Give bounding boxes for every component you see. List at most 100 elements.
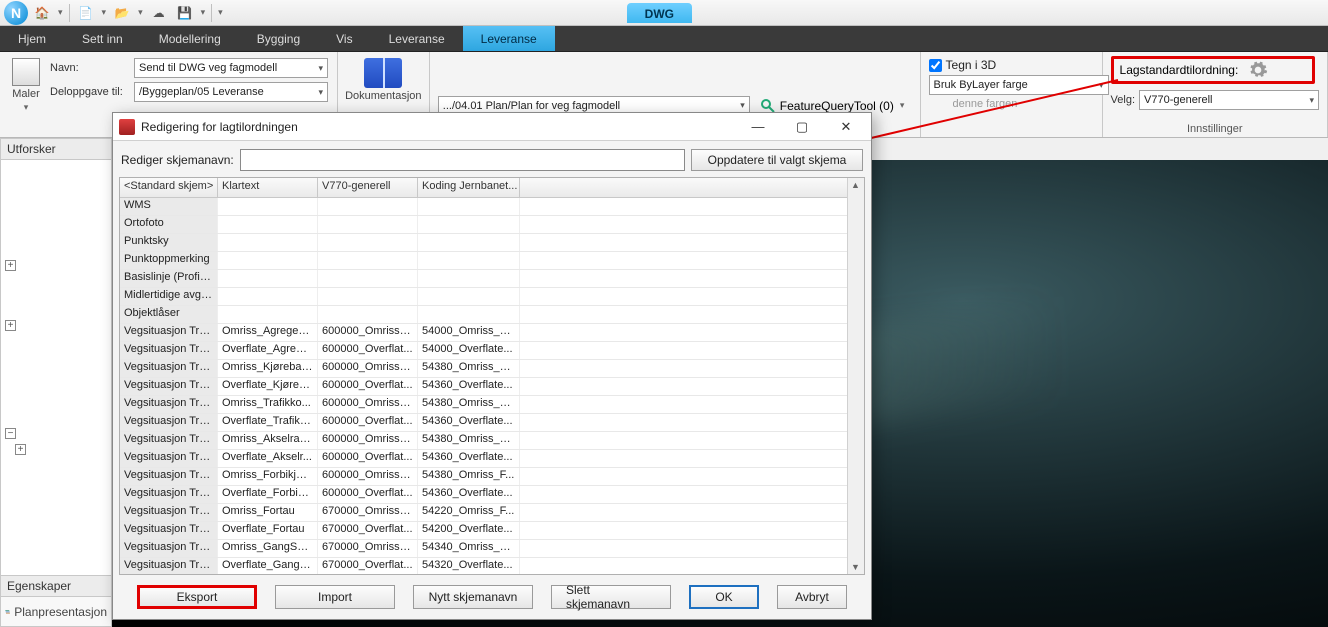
cell[interactable]: Vegsituasjon Traf... xyxy=(120,540,218,557)
cell[interactable]: 600000_Overflat... xyxy=(318,450,418,467)
cell[interactable]: 54380_Omriss_Kj... xyxy=(418,360,520,377)
cell[interactable]: 600000_Overflat... xyxy=(318,378,418,395)
open-folder-icon[interactable]: 📂 xyxy=(110,2,134,24)
cell[interactable]: 600000_Omriss_... xyxy=(318,432,418,449)
tree-collapse-icon[interactable]: − xyxy=(5,428,16,439)
cell[interactable] xyxy=(318,234,418,251)
cell[interactable] xyxy=(418,306,520,323)
cell[interactable] xyxy=(218,306,318,323)
cell[interactable]: 54380_Omriss_A... xyxy=(418,432,520,449)
cell[interactable]: Overflate_Forbikj... xyxy=(218,486,318,503)
context-tab-dwg[interactable]: DWG xyxy=(627,3,692,23)
grid-header[interactable]: <Standard skjem> Klartext V770-generell … xyxy=(120,178,847,198)
cell[interactable]: 54340_Omriss_G... xyxy=(418,540,520,557)
cell[interactable]: Punktsky xyxy=(120,234,218,251)
slett-button[interactable]: Slett skjemanavn xyxy=(551,585,671,609)
table-row[interactable]: Vegsituasjon Traf...Omriss_Agregerte...6… xyxy=(120,324,847,342)
cell[interactable] xyxy=(218,252,318,269)
tab-hjem-0[interactable]: Hjem xyxy=(0,26,64,51)
cell[interactable] xyxy=(418,216,520,233)
new-file-icon[interactable]: 📄 xyxy=(74,2,98,24)
col-klartext[interactable]: Klartext xyxy=(218,178,318,197)
cell[interactable] xyxy=(218,198,318,215)
cell[interactable] xyxy=(218,288,318,305)
cell[interactable] xyxy=(318,198,418,215)
cell[interactable] xyxy=(218,270,318,287)
grid-body[interactable]: WMSOrtofotoPunktskyPunktoppmerkingBasisl… xyxy=(120,198,847,574)
cell[interactable]: Omriss_Fortau xyxy=(218,504,318,521)
cell[interactable]: Punktoppmerking xyxy=(120,252,218,269)
dialog-titlebar[interactable]: Redigering for lagtilordningen — ▢ ✕ xyxy=(113,113,871,141)
grid-scrollbar[interactable] xyxy=(847,178,864,574)
bylayer-combo[interactable]: Bruk ByLayer farge xyxy=(929,75,1109,95)
cell[interactable]: Objektlåser xyxy=(120,306,218,323)
eksport-button[interactable]: Eksport xyxy=(137,585,257,609)
cell[interactable] xyxy=(218,234,318,251)
cell[interactable] xyxy=(418,234,520,251)
app-logo[interactable]: N xyxy=(4,1,28,25)
col-v770[interactable]: V770-generell xyxy=(318,178,418,197)
cell[interactable]: Overflate_GangS... xyxy=(218,558,318,574)
cell[interactable]: Vegsituasjon Traf... xyxy=(120,432,218,449)
cell[interactable]: 600000_Omriss_... xyxy=(318,468,418,485)
cell[interactable]: 600000_Overflat... xyxy=(318,486,418,503)
dokumentasjon-button[interactable]: Dokumentasjon xyxy=(341,56,425,104)
cell[interactable]: Basislinje (Profiler) xyxy=(120,270,218,287)
cloud-icon[interactable]: ☁ xyxy=(147,2,171,24)
cell[interactable] xyxy=(318,270,418,287)
cell[interactable]: 54360_Overflate... xyxy=(418,378,520,395)
cell[interactable]: Omriss_GangSyk... xyxy=(218,540,318,557)
avbryt-button[interactable]: Avbryt xyxy=(777,585,847,609)
cell[interactable]: 670000_Overflat... xyxy=(318,522,418,539)
cell[interactable]: 54360_Overflate... xyxy=(418,450,520,467)
cell[interactable]: Vegsituasjon Traf... xyxy=(120,342,218,359)
navn-combo[interactable]: Send til DWG veg fagmodell xyxy=(134,58,328,78)
cell[interactable] xyxy=(218,216,318,233)
cell[interactable]: 54220_Omriss_F... xyxy=(418,504,520,521)
maler-button[interactable]: Maler ▾ xyxy=(8,56,44,115)
table-row[interactable]: Vegsituasjon Traf...Overflate_Forbikj...… xyxy=(120,486,847,504)
tab-sett-inn-1[interactable]: Sett inn xyxy=(64,26,141,51)
scheme-name-input[interactable] xyxy=(240,149,685,171)
cell[interactable]: 54200_Overflate... xyxy=(418,522,520,539)
cell[interactable]: 54360_Overflate... xyxy=(418,486,520,503)
cell[interactable] xyxy=(318,288,418,305)
table-row[interactable]: Vegsituasjon Traf...Omriss_Akselrasj...6… xyxy=(120,432,847,450)
cell[interactable]: Omriss_Kjørebane xyxy=(218,360,318,377)
cell[interactable]: 54000_Omriss_A... xyxy=(418,324,520,341)
save-icon[interactable]: 💾 xyxy=(173,2,197,24)
cell[interactable] xyxy=(318,252,418,269)
table-row[interactable]: Vegsituasjon Traf...Overflate_Fortau6700… xyxy=(120,522,847,540)
chevron-down-icon[interactable]: ▾ xyxy=(199,7,208,18)
cell[interactable] xyxy=(418,252,520,269)
tree-expand-icon[interactable]: + xyxy=(5,260,16,271)
cell[interactable]: Vegsituasjon Traf... xyxy=(120,414,218,431)
cell[interactable]: Vegsituasjon Traf... xyxy=(120,450,218,467)
cell[interactable]: Overflate_Fortau xyxy=(218,522,318,539)
table-row[interactable]: Midlertidige avgre... xyxy=(120,288,847,306)
cell[interactable] xyxy=(418,270,520,287)
table-row[interactable]: Vegsituasjon Traf...Overflate_GangS...67… xyxy=(120,558,847,574)
cell[interactable]: Overflate_Akselr... xyxy=(218,450,318,467)
tab-bygging-3[interactable]: Bygging xyxy=(239,26,318,51)
table-row[interactable]: Basislinje (Profiler) xyxy=(120,270,847,288)
table-row[interactable]: Punktsky xyxy=(120,234,847,252)
cell[interactable]: Vegsituasjon Traf... xyxy=(120,324,218,341)
tab-leveranse-5[interactable]: Leveranse xyxy=(371,26,463,51)
tree-expand-icon[interactable]: + xyxy=(15,444,26,455)
cell[interactable]: Vegsituasjon Traf... xyxy=(120,558,218,574)
col-koding[interactable]: Koding Jernbanet... xyxy=(418,178,520,197)
table-row[interactable]: Vegsituasjon Traf...Overflate_Agrege...6… xyxy=(120,342,847,360)
cell[interactable] xyxy=(318,306,418,323)
lagstandard-button[interactable]: Lagstandardtilordning: xyxy=(1111,56,1315,84)
cell[interactable]: Overflate_Trafikk... xyxy=(218,414,318,431)
tree-expand-icon[interactable]: + xyxy=(5,320,16,331)
cell[interactable]: Midlertidige avgre... xyxy=(120,288,218,305)
home-icon[interactable]: 🏠 xyxy=(30,2,54,24)
cell[interactable]: Vegsituasjon Traf... xyxy=(120,522,218,539)
table-row[interactable]: Vegsituasjon Traf...Overflate_Kjøreb...6… xyxy=(120,378,847,396)
cell[interactable]: Vegsituasjon Traf... xyxy=(120,504,218,521)
cell[interactable]: Omriss_Forbikjøri... xyxy=(218,468,318,485)
ok-button[interactable]: OK xyxy=(689,585,759,609)
cell[interactable]: Vegsituasjon Traf... xyxy=(120,396,218,413)
